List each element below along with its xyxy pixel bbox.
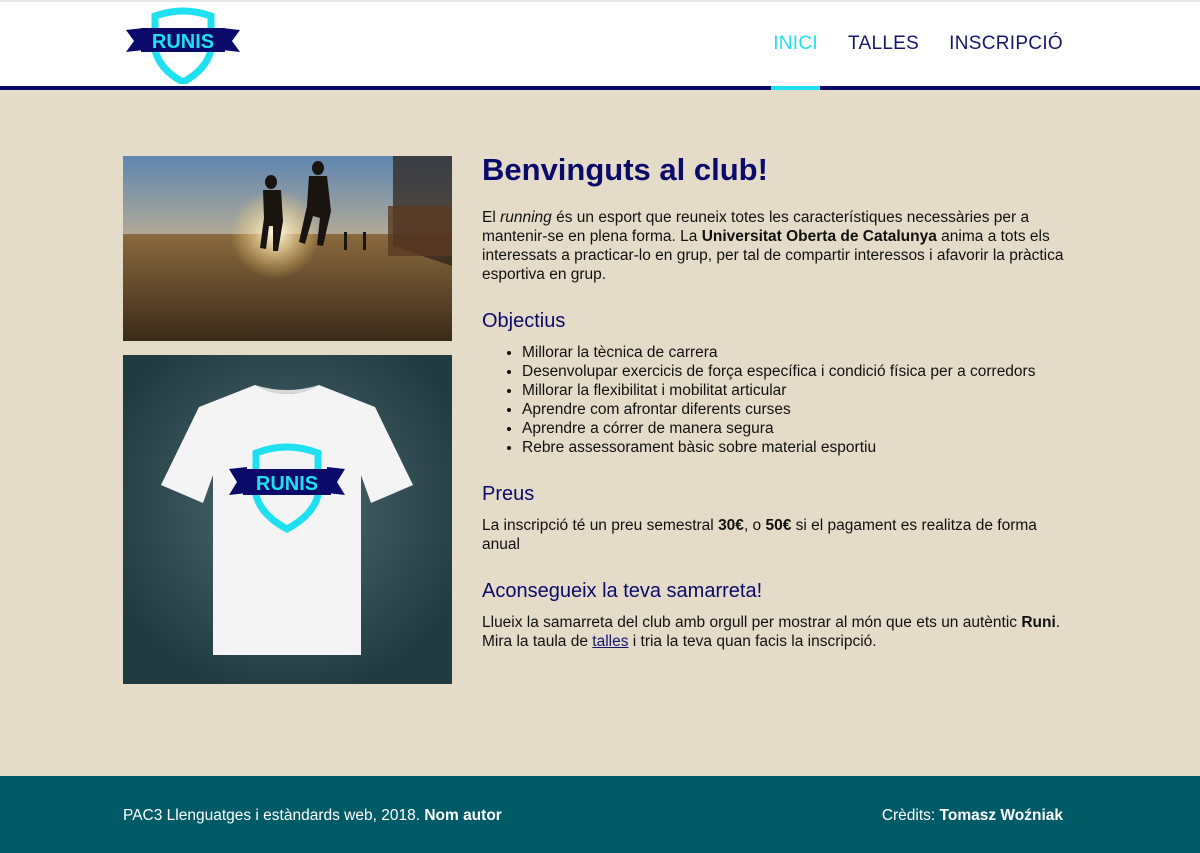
footer-author: Nom autor (424, 807, 502, 824)
price-semester: 30€ (718, 517, 744, 534)
nav-inici[interactable]: INICI (771, 2, 820, 90)
footer-credits-name: Tomasz Woźniak (939, 807, 1063, 824)
shirt-heading: Aconsegueix la teva samarreta! (482, 580, 763, 602)
list-item: Millorar la tècnica de carrera (522, 343, 1067, 362)
image-column: RUNIS (123, 156, 452, 684)
list-item: Desenvolupar exercicis de força específi… (522, 362, 1067, 381)
price-annual: 50€ (765, 517, 792, 534)
logo-text: RUNIS (152, 31, 214, 53)
uoc-name: Universitat Oberta de Catalunya (701, 228, 937, 245)
site-header: RUNIS INICI TALLES INSCRIPCIÓ (0, 2, 1200, 90)
prices-heading: Preus (482, 483, 535, 505)
list-item: Aprendre a córrer de manera segura (522, 419, 1067, 438)
page-title: Benvinguts al club! (482, 152, 768, 187)
footer-credits: Crèdits: Tomasz Woźniak (881, 807, 1063, 824)
running-term: running (500, 209, 552, 226)
runners-photo (123, 156, 452, 341)
list-item: Aprendre com afrontar diferents curses (522, 400, 1067, 419)
intro-paragraph: El running és un esport que reuneix tote… (482, 209, 1064, 283)
prices-paragraph: La inscripció té un preu semestral 30€, … (482, 517, 1037, 553)
list-item: Millorar la flexibilitat i mobilitat art… (522, 381, 1067, 400)
objectives-heading: Objectius (482, 310, 566, 332)
runi-term: Runi (1021, 614, 1056, 631)
list-item: Rebre assessorament bàsic sobre material… (522, 438, 1067, 457)
main-nav: INICI TALLES INSCRIPCIÓ (743, 2, 1063, 90)
shirt-paragraph: Llueix la samarreta del club amb orgull … (482, 614, 1061, 650)
main-content: Benvinguts al club! El running és un esp… (482, 152, 1067, 651)
nav-talles[interactable]: TALLES (848, 2, 919, 86)
club-tshirt-image: RUNIS (123, 355, 452, 684)
talles-link[interactable]: talles (592, 633, 628, 650)
nav-inscripcio[interactable]: INSCRIPCIÓ (949, 2, 1063, 86)
objectives-list: Millorar la tècnica de carrera Desenvolu… (482, 343, 1067, 457)
site-footer: PAC3 Llenguatges i estàndards web, 2018.… (0, 776, 1200, 853)
footer-copyright: PAC3 Llenguatges i estàndards web, 2018.… (123, 807, 502, 824)
shirt-logo-text: RUNIS (256, 473, 318, 495)
runis-logo[interactable]: RUNIS (124, 6, 242, 84)
